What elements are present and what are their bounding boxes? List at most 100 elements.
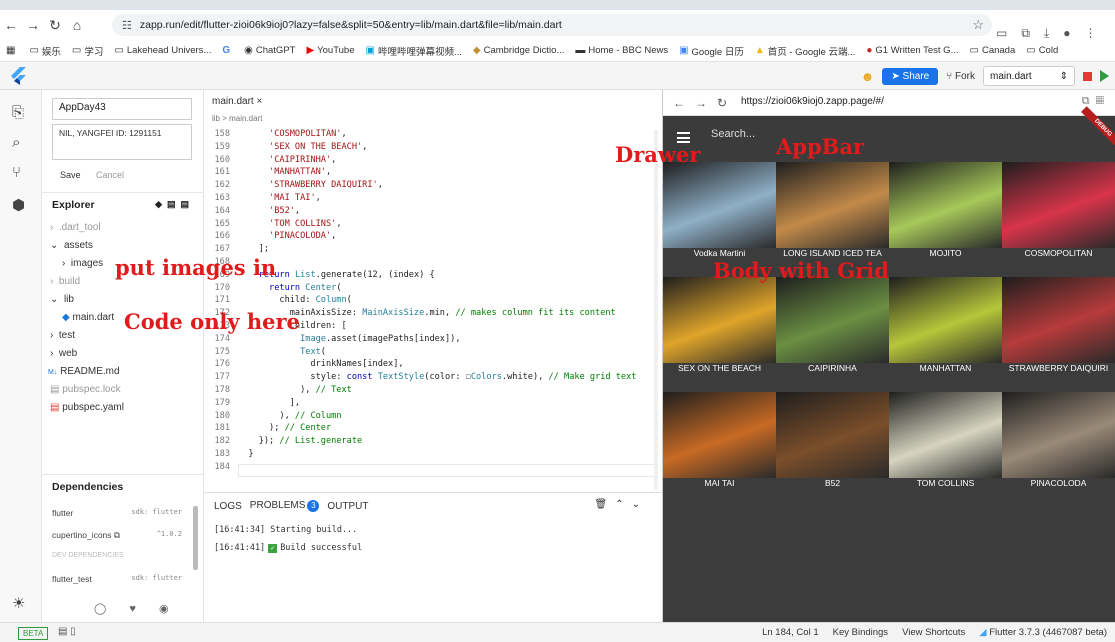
address-url: zapp.run/edit/flutter-zioi06k9ioj0?lazy=…	[139, 19, 562, 31]
code-editor[interactable]: main.dart × lib > main.dart 158 'COSMOPO…	[204, 90, 662, 492]
problems-count-badge: 3	[307, 500, 320, 512]
tab-logs[interactable]: LOGS	[214, 501, 242, 512]
bookmark-item[interactable]: ▶ YouTube	[306, 45, 354, 56]
tab-problems[interactable]: PROBLEMS 3	[250, 500, 320, 512]
tree-folder[interactable]: › .dart_tool	[50, 222, 101, 233]
file-select[interactable]: main.dart ⇕	[983, 66, 1075, 86]
emoji-icon[interactable]: ☻	[861, 69, 875, 84]
drink-image	[1002, 392, 1115, 478]
back-icon[interactable]: ←	[0, 17, 22, 33]
preview-url[interactable]: https://zioi06k9ioj0.zapp.page/#/	[741, 96, 884, 107]
console-actions[interactable]: 🗑⌃⌄	[595, 499, 648, 510]
dependency-item: flutter sdk: flutter	[52, 508, 182, 518]
stop-icon[interactable]	[1083, 71, 1092, 81]
scrollbar[interactable]	[193, 506, 198, 570]
log-line: [16:41:41] ✓ Build successful	[214, 543, 363, 553]
tree-folder[interactable]: › build	[50, 276, 80, 287]
bookmark-item[interactable]: G	[222, 45, 233, 56]
bookmark-item[interactable]: ● G1 Written Test G...	[866, 45, 958, 56]
annotation-appbar: AppBar	[776, 134, 865, 159]
tree-file[interactable]: ◆ main.dart	[62, 312, 114, 323]
dependency-item[interactable]: cupertino_icons ⧉ ^1.0.2	[52, 530, 182, 541]
home-icon[interactable]: ⌂	[66, 17, 88, 33]
reload-icon[interactable]: ↻	[717, 96, 727, 110]
bookmark-item[interactable]: ▭ Canada	[970, 45, 1016, 56]
drink-image	[663, 392, 776, 478]
cancel-button[interactable]: Cancel	[96, 170, 124, 180]
search-field[interactable]: Search...	[711, 128, 755, 140]
tree-file[interactable]: ▤ pubspec.lock	[50, 384, 121, 395]
bookmark-item[interactable]: ▲ 首页 - Google 云端...	[755, 44, 856, 58]
tree-file[interactable]: M↓ README.md	[48, 366, 120, 377]
flutter-logo-icon	[11, 67, 26, 85]
drink-name: SEX ON THE BEACH	[678, 363, 761, 373]
source-control-icon[interactable]: ⑂	[12, 164, 21, 181]
extensions-icon[interactable]: ⬢	[12, 196, 25, 214]
fork-button[interactable]: ⑂ Fork	[946, 71, 975, 82]
bookmark-item[interactable]: ▭ Lakehead Univers...	[114, 45, 211, 56]
theme-icon[interactable]: ☀	[12, 594, 25, 612]
drink-name: B52	[824, 478, 841, 488]
grid-item: SEX ON THE BEACH	[663, 277, 776, 393]
tree-file[interactable]: ▤ pubspec.yaml	[50, 402, 124, 413]
drink-image	[889, 277, 1002, 363]
browser-menu-icon[interactable]: ⋮	[1084, 26, 1096, 41]
save-button[interactable]: Save	[60, 170, 81, 180]
files-icon[interactable]: ⎘	[12, 104, 24, 121]
social-links[interactable]: ◯ ♥ ◉	[94, 602, 179, 615]
scrollbar[interactable]	[654, 130, 658, 490]
reading-list-icon[interactable]: ▭	[996, 26, 1007, 41]
project-description-input[interactable]: NIL, YANGFEI ID: 1291151	[52, 124, 192, 160]
bookmark-item[interactable]: ▬ Home - BBC News	[575, 45, 668, 56]
current-line-highlight	[238, 464, 658, 477]
preview-address-bar: ← → ↻ https://zioi06k9ioj0.zapp.page/#/ …	[663, 90, 1115, 116]
avatar[interactable]: ●	[1063, 26, 1070, 41]
tab-output[interactable]: OUTPUT	[327, 501, 368, 512]
reload-icon[interactable]: ↻	[44, 17, 66, 34]
breadcrumb[interactable]: lib > main.dart	[212, 114, 262, 123]
bookmark-item[interactable]: ▭ Cold	[1026, 45, 1058, 56]
tree-folder[interactable]: ⌄ lib	[50, 294, 74, 305]
bookmark-item[interactable]: ▭ 学习	[72, 44, 103, 58]
share-button[interactable]: ➤ Share	[882, 67, 939, 85]
forward-icon[interactable]: →	[695, 96, 707, 110]
drink-name: MAI TAI	[704, 478, 735, 488]
select-arrows-icon: ⇕	[1059, 70, 1068, 82]
bookmark-item[interactable]: ▣ 哔哩哔哩弹幕视频...	[366, 44, 462, 58]
flutter-version[interactable]: ◢ Flutter 3.7.3 (4467087 beta)	[979, 627, 1107, 638]
cursor-position[interactable]: Ln 184, Col 1	[762, 627, 819, 638]
address-bar[interactable]: ☷ zapp.run/edit/flutter-zioi06k9ioj0?laz…	[112, 14, 992, 36]
drink-image	[776, 162, 889, 248]
search-icon[interactable]: ⌕	[12, 134, 20, 151]
site-info-icon[interactable]: ☷	[122, 19, 132, 32]
tree-folder[interactable]: › web	[50, 348, 77, 359]
console-tabs: LOGS PROBLEMS 3 OUTPUT	[214, 500, 368, 512]
tree-folder[interactable]: ⌄ assets	[50, 240, 93, 251]
forward-icon[interactable]: →	[22, 17, 44, 33]
tab-main-dart[interactable]: main.dart ×	[212, 96, 262, 107]
run-icon[interactable]	[1100, 70, 1109, 82]
sidebar: AppDay43 NIL, YANGFEI ID: 1291151 Save C…	[42, 90, 204, 622]
apps-icon[interactable]: ▦	[6, 45, 18, 56]
back-icon[interactable]: ←	[673, 96, 685, 110]
grid-item: PINACOLODA	[1002, 392, 1115, 508]
tree-folder[interactable]: › test	[50, 330, 75, 341]
bookmark-star-icon[interactable]: ☆	[972, 17, 984, 33]
view-shortcuts[interactable]: View Shortcuts	[902, 627, 965, 638]
drink-image	[776, 392, 889, 478]
grid-item: MAI TAI	[663, 392, 776, 508]
layout-icons[interactable]: ▤ ▯	[58, 626, 76, 637]
bookmark-item[interactable]: ◆ Cambridge Dictio...	[473, 45, 564, 56]
drink-image	[889, 162, 1002, 248]
project-name-input[interactable]: AppDay43	[52, 98, 192, 120]
explorer-actions[interactable]: ◆▤▤	[155, 199, 194, 210]
tree-folder[interactable]: › images	[62, 258, 103, 269]
extensions-icon[interactable]: ⧉	[1021, 26, 1030, 41]
bookmark-item[interactable]: ▣ Google 日历	[679, 44, 744, 58]
code-content[interactable]: 158 'COSMOPOLITAN', 159 'SEX ON THE BEAC…	[204, 128, 636, 474]
bookmark-item[interactable]: ◉ ChatGPT	[244, 45, 295, 56]
download-icon[interactable]: ⤓	[1044, 26, 1049, 41]
explorer-title: Explorer	[52, 198, 95, 211]
key-bindings[interactable]: Key Bindings	[833, 627, 888, 638]
bookmark-item[interactable]: ▭ 娱乐	[29, 44, 60, 58]
